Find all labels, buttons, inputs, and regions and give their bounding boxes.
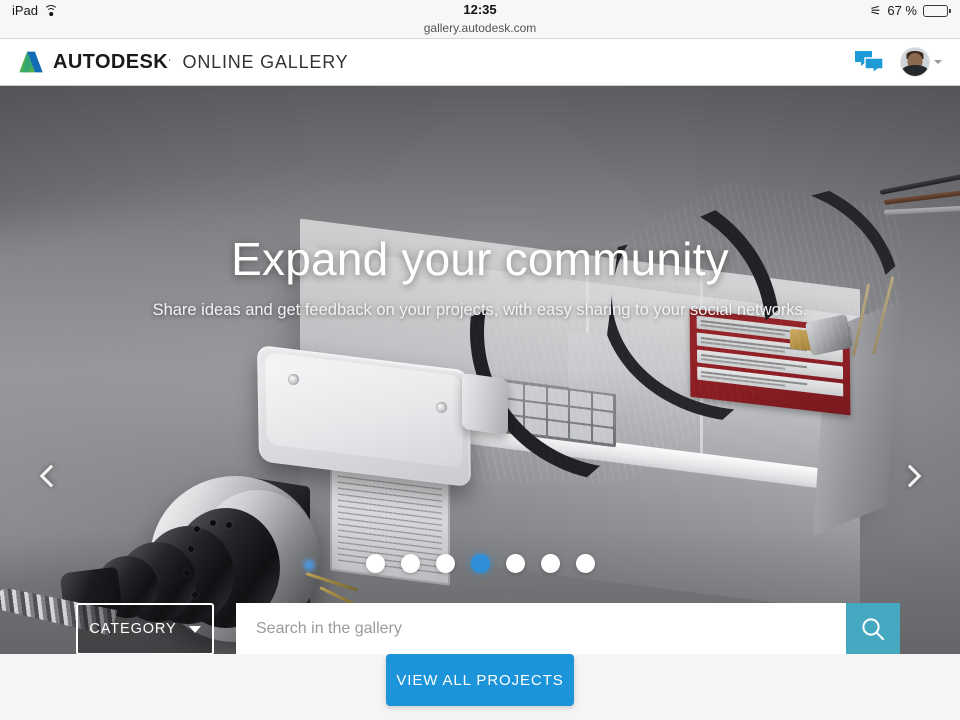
- bluetooth-icon: ⚟: [870, 4, 882, 17]
- brand-logo[interactable]: AUTODESK. ONLINE GALLERY: [18, 49, 348, 75]
- footer-bar: VIEW ALL PROJECTS: [0, 654, 960, 720]
- status-bar-center: 12:35 gallery.autodesk.com: [0, 2, 960, 36]
- chevron-left-icon: [39, 465, 62, 488]
- avatar[interactable]: [900, 47, 930, 77]
- hero-subheadline: Share ideas and get feedback on your pro…: [0, 301, 960, 320]
- ios-status-bar: iPad 12:35 gallery.autodesk.com ⚟ 67 %: [0, 0, 960, 38]
- search-icon: [860, 616, 886, 642]
- carousel-dot-4[interactable]: [471, 554, 490, 573]
- hero-headline: Expand your community: [0, 234, 960, 285]
- search-input[interactable]: [236, 603, 846, 655]
- chat-bubbles-icon[interactable]: [854, 50, 884, 74]
- status-bar-left: iPad: [12, 3, 58, 18]
- carousel-dot-1[interactable]: [366, 554, 385, 573]
- header-actions: [854, 47, 942, 77]
- carousel-dot-2[interactable]: [401, 554, 420, 573]
- category-dropdown[interactable]: CATEGORY: [76, 603, 214, 655]
- caret-down-icon: [189, 626, 201, 633]
- carousel-dot-7[interactable]: [576, 554, 595, 573]
- chevron-down-icon[interactable]: [934, 60, 942, 64]
- hero-carousel: Expand your community Share ideas and ge…: [0, 86, 960, 702]
- address-bar-url[interactable]: gallery.autodesk.com: [0, 20, 960, 36]
- carousel-dot-3[interactable]: [436, 554, 455, 573]
- gallery-search-bar: CATEGORY: [76, 603, 900, 655]
- search-submit-button[interactable]: [846, 603, 900, 655]
- device-label: iPad: [12, 3, 38, 18]
- carousel-prev-button[interactable]: [26, 454, 70, 498]
- product-name: ONLINE GALLERY: [183, 53, 349, 71]
- account-menu[interactable]: [900, 47, 942, 77]
- clock-time: 12:35: [0, 2, 960, 18]
- chevron-right-icon: [898, 465, 921, 488]
- battery-percent-label: 67 %: [887, 3, 917, 18]
- carousel-dot-5[interactable]: [506, 554, 525, 573]
- carousel-dot-6[interactable]: [541, 554, 560, 573]
- wifi-icon: [44, 5, 58, 16]
- carousel-next-button[interactable]: [890, 454, 934, 498]
- category-dropdown-label: CATEGORY: [89, 621, 176, 637]
- site-header: AUTODESK. ONLINE GALLERY: [0, 38, 960, 86]
- battery-icon: [923, 5, 948, 17]
- brand-name: AUTODESK.: [53, 52, 172, 72]
- status-bar-right: ⚟ 67 %: [870, 3, 948, 18]
- view-all-projects-button[interactable]: VIEW ALL PROJECTS: [386, 654, 574, 706]
- ipad-screen: iPad 12:35 gallery.autodesk.com ⚟ 67 % A…: [0, 0, 960, 720]
- autodesk-logo-icon: [18, 49, 44, 75]
- carousel-dots: [0, 554, 960, 573]
- hero-content: Expand your community Share ideas and ge…: [0, 86, 960, 702]
